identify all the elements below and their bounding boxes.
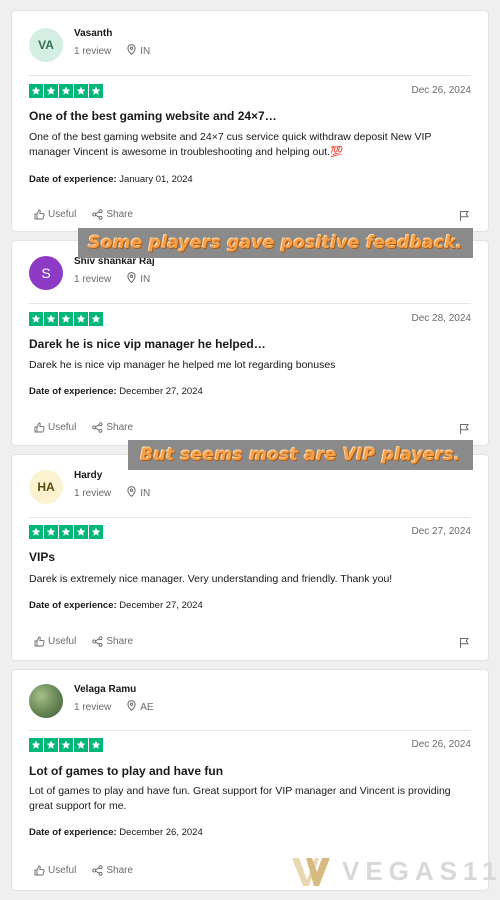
share-button[interactable]: Share	[92, 865, 133, 876]
country-code: IN	[140, 273, 151, 285]
experience-date: Date of experience: December 27, 2024	[29, 386, 203, 397]
useful-button[interactable]: Useful	[34, 636, 76, 647]
useful-button[interactable]: Useful	[34, 865, 76, 876]
reviewer-name[interactable]: Hardy	[74, 470, 150, 481]
useful-button[interactable]: Useful	[34, 209, 76, 220]
star-rating	[29, 738, 104, 752]
country-code: IN	[140, 45, 151, 57]
avatar: VA	[29, 28, 63, 62]
thumbs-up-icon	[34, 422, 45, 433]
star-icon	[74, 312, 88, 326]
star-icon	[29, 312, 43, 326]
review-date: Dec 27, 2024	[411, 526, 472, 537]
star-rating	[29, 525, 104, 539]
thumbs-up-icon	[34, 636, 45, 647]
star-icon	[29, 738, 43, 752]
location-pin-icon	[127, 700, 136, 714]
star-icon	[89, 312, 103, 326]
location-pin-icon	[127, 272, 136, 286]
star-icon	[74, 525, 88, 539]
location-pin-icon	[127, 486, 136, 500]
review-body: Darek he is nice vip manager he helped m…	[29, 359, 336, 371]
star-icon	[59, 525, 73, 539]
share-icon	[92, 209, 103, 220]
review-date: Dec 26, 2024	[411, 85, 472, 96]
star-rating	[29, 84, 104, 98]
country-code: AE	[140, 701, 154, 713]
star-icon	[59, 84, 73, 98]
useful-button[interactable]: Useful	[34, 422, 76, 433]
star-icon	[44, 738, 58, 752]
star-icon	[29, 84, 43, 98]
country-code: IN	[140, 487, 151, 499]
share-button[interactable]: Share	[92, 636, 133, 647]
review-date: Dec 28, 2024	[411, 313, 472, 324]
overlay-caption-positive: Some players gave positive feedback.	[78, 228, 473, 258]
divider	[29, 303, 471, 304]
star-icon	[89, 525, 103, 539]
star-icon	[74, 84, 88, 98]
experience-date: Date of experience: December 26, 2024	[29, 827, 203, 838]
review-title[interactable]: Darek he is nice vip manager he helped…	[29, 337, 266, 351]
review-count: 1 review	[74, 45, 112, 57]
reviewer-name[interactable]: Vasanth	[74, 28, 150, 39]
thumbs-up-icon	[34, 209, 45, 220]
star-icon	[44, 525, 58, 539]
review-card: VA Vasanth 1 review IN Dec 26, 2024 One …	[11, 10, 489, 232]
review-title[interactable]: Lot of games to play and have fun	[29, 764, 223, 778]
review-body: Lot of games to play and have fun. Great…	[29, 785, 451, 812]
star-rating	[29, 312, 104, 326]
share-icon	[92, 865, 103, 876]
experience-date: Date of experience: December 27, 2024	[29, 600, 203, 611]
share-icon	[92, 636, 103, 647]
vegas11-logo: VEGAS11	[290, 854, 500, 888]
logo-wordmark: VEGAS11	[342, 855, 500, 886]
review-count: 1 review	[74, 701, 112, 713]
review-card: S Shiv shankar Raj 1 review IN Dec 28, 2…	[11, 240, 489, 446]
avatar	[29, 684, 63, 718]
experience-date: Date of experience: January 01, 2024	[29, 174, 193, 185]
share-icon	[92, 422, 103, 433]
star-icon	[89, 84, 103, 98]
star-icon	[29, 525, 43, 539]
review-body: Darek is extremely nice manager. Very un…	[29, 573, 393, 585]
divider	[29, 75, 471, 76]
review-card: HA Hardy 1 review IN Dec 27, 2024 VIPs D…	[11, 454, 489, 661]
review-count: 1 review	[74, 273, 112, 285]
share-button[interactable]: Share	[92, 209, 133, 220]
share-button[interactable]: Share	[92, 422, 133, 433]
divider	[29, 730, 471, 731]
star-icon	[44, 84, 58, 98]
review-title[interactable]: VIPs	[29, 550, 55, 564]
star-icon	[59, 312, 73, 326]
review-body: One of the best gaming website and 24×7 …	[29, 131, 432, 158]
star-icon	[59, 738, 73, 752]
divider	[29, 517, 471, 518]
avatar: S	[29, 256, 63, 290]
report-flag-icon[interactable]	[459, 422, 470, 440]
thumbs-up-icon	[34, 865, 45, 876]
report-flag-icon[interactable]	[459, 209, 470, 227]
location-pin-icon	[127, 44, 136, 58]
avatar: HA	[29, 470, 63, 504]
star-icon	[74, 738, 88, 752]
review-count: 1 review	[74, 487, 112, 499]
review-title[interactable]: One of the best gaming website and 24×7…	[29, 109, 277, 123]
review-date: Dec 26, 2024	[411, 739, 472, 750]
star-icon	[44, 312, 58, 326]
vegas11-logo-mark-icon	[292, 858, 330, 886]
report-flag-icon[interactable]	[459, 636, 470, 654]
reviewer-name[interactable]: Velaga Ramu	[74, 684, 154, 695]
star-icon	[89, 738, 103, 752]
overlay-caption-vip: But seems most are VIP players.	[128, 440, 473, 470]
